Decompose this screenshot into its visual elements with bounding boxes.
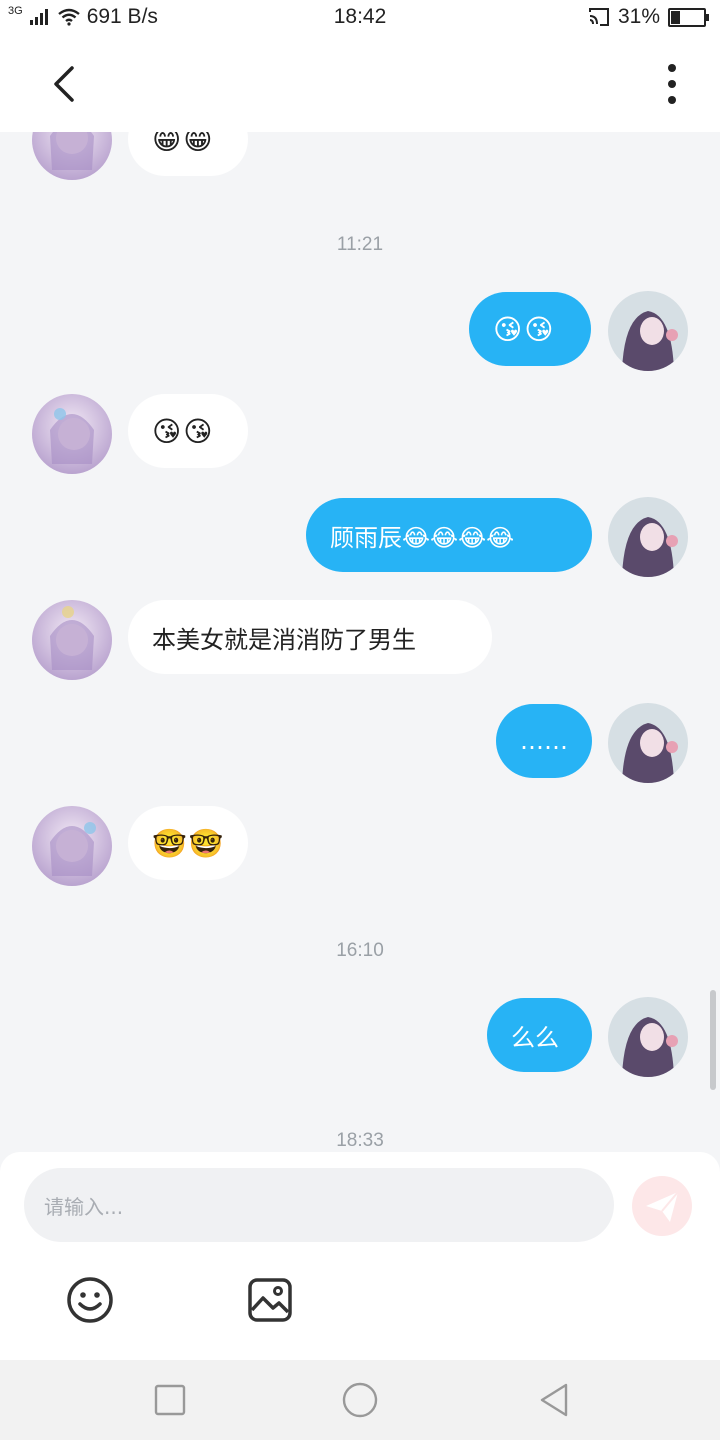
send-button[interactable] — [632, 1176, 692, 1236]
message-text: 本美女就是消消防了男生 — [152, 625, 416, 654]
chat-scrollbar[interactable] — [710, 990, 716, 1090]
message-text: …… — [520, 727, 568, 755]
image-button[interactable] — [246, 1276, 294, 1324]
cast-icon — [588, 8, 609, 26]
emoji-button[interactable] — [66, 1276, 114, 1324]
timestamp: 16:10 — [336, 940, 384, 961]
recents-square-icon[interactable] — [152, 1382, 188, 1418]
more-options-button[interactable] — [652, 62, 692, 106]
my-avatar[interactable] — [608, 291, 688, 371]
battery-percent: 31% — [617, 5, 660, 28]
message-text: 顾雨辰😂😂😂😂 — [330, 523, 515, 552]
message-bubble[interactable]: 么么 — [487, 998, 592, 1072]
message-text: 😘😘 — [493, 312, 556, 346]
image-icon — [248, 1278, 292, 1322]
message-text: 🤓🤓 — [152, 826, 226, 860]
my-avatar[interactable] — [608, 703, 688, 783]
chat-header — [0, 34, 720, 132]
contact-avatar[interactable] — [32, 132, 112, 180]
status-time: 18:42 — [333, 5, 387, 28]
more-vertical-icon — [668, 64, 676, 104]
back-triangle-icon[interactable] — [536, 1382, 572, 1418]
system-nav-bar — [0, 1360, 720, 1440]
chat-history[interactable]: 😁😁 11:21 😘😘 😘😘 顾雨辰😂😂😂😂 本美女就是消消防了男生 …… 🤓🤓… — [0, 132, 720, 1152]
message-input[interactable]: 请输入... — [24, 1168, 614, 1242]
timestamp: 18:33 — [336, 1130, 384, 1151]
contact-avatar[interactable] — [32, 806, 112, 886]
timestamp: 11:21 — [336, 234, 384, 255]
my-avatar[interactable] — [608, 497, 688, 577]
my-avatar[interactable] — [608, 997, 688, 1077]
battery-level — [671, 10, 680, 24]
battery-icon — [668, 7, 709, 27]
back-chevron-icon — [54, 66, 74, 102]
contact-avatar[interactable] — [32, 600, 112, 680]
message-bubble[interactable]: 🤓🤓 — [128, 806, 248, 880]
message-bubble[interactable]: 😘😘 — [469, 292, 591, 366]
contact-avatar[interactable] — [32, 394, 112, 474]
message-text: 么么 — [511, 1023, 559, 1052]
message-bubble[interactable]: 😘😘 — [128, 394, 248, 468]
back-button[interactable] — [44, 62, 88, 106]
input-placeholder: 请输入... — [44, 1194, 124, 1219]
home-circle-icon[interactable] — [342, 1382, 378, 1418]
status-bar: 3G 691 B/s 18:42 31% — [0, 0, 720, 34]
smiley-icon — [67, 1277, 113, 1323]
message-bubble[interactable]: 本美女就是消消防了男生 — [128, 600, 492, 674]
message-text: 😘😘 — [152, 414, 215, 448]
send-icon — [646, 1191, 679, 1222]
message-bubble[interactable]: …… — [496, 704, 592, 778]
message-bubble[interactable]: 😁😁 — [128, 132, 248, 176]
input-panel: 请输入... — [0, 1152, 720, 1360]
message-text: 😁😁 — [152, 132, 215, 156]
message-bubble[interactable]: 顾雨辰😂😂😂😂 — [306, 498, 592, 572]
